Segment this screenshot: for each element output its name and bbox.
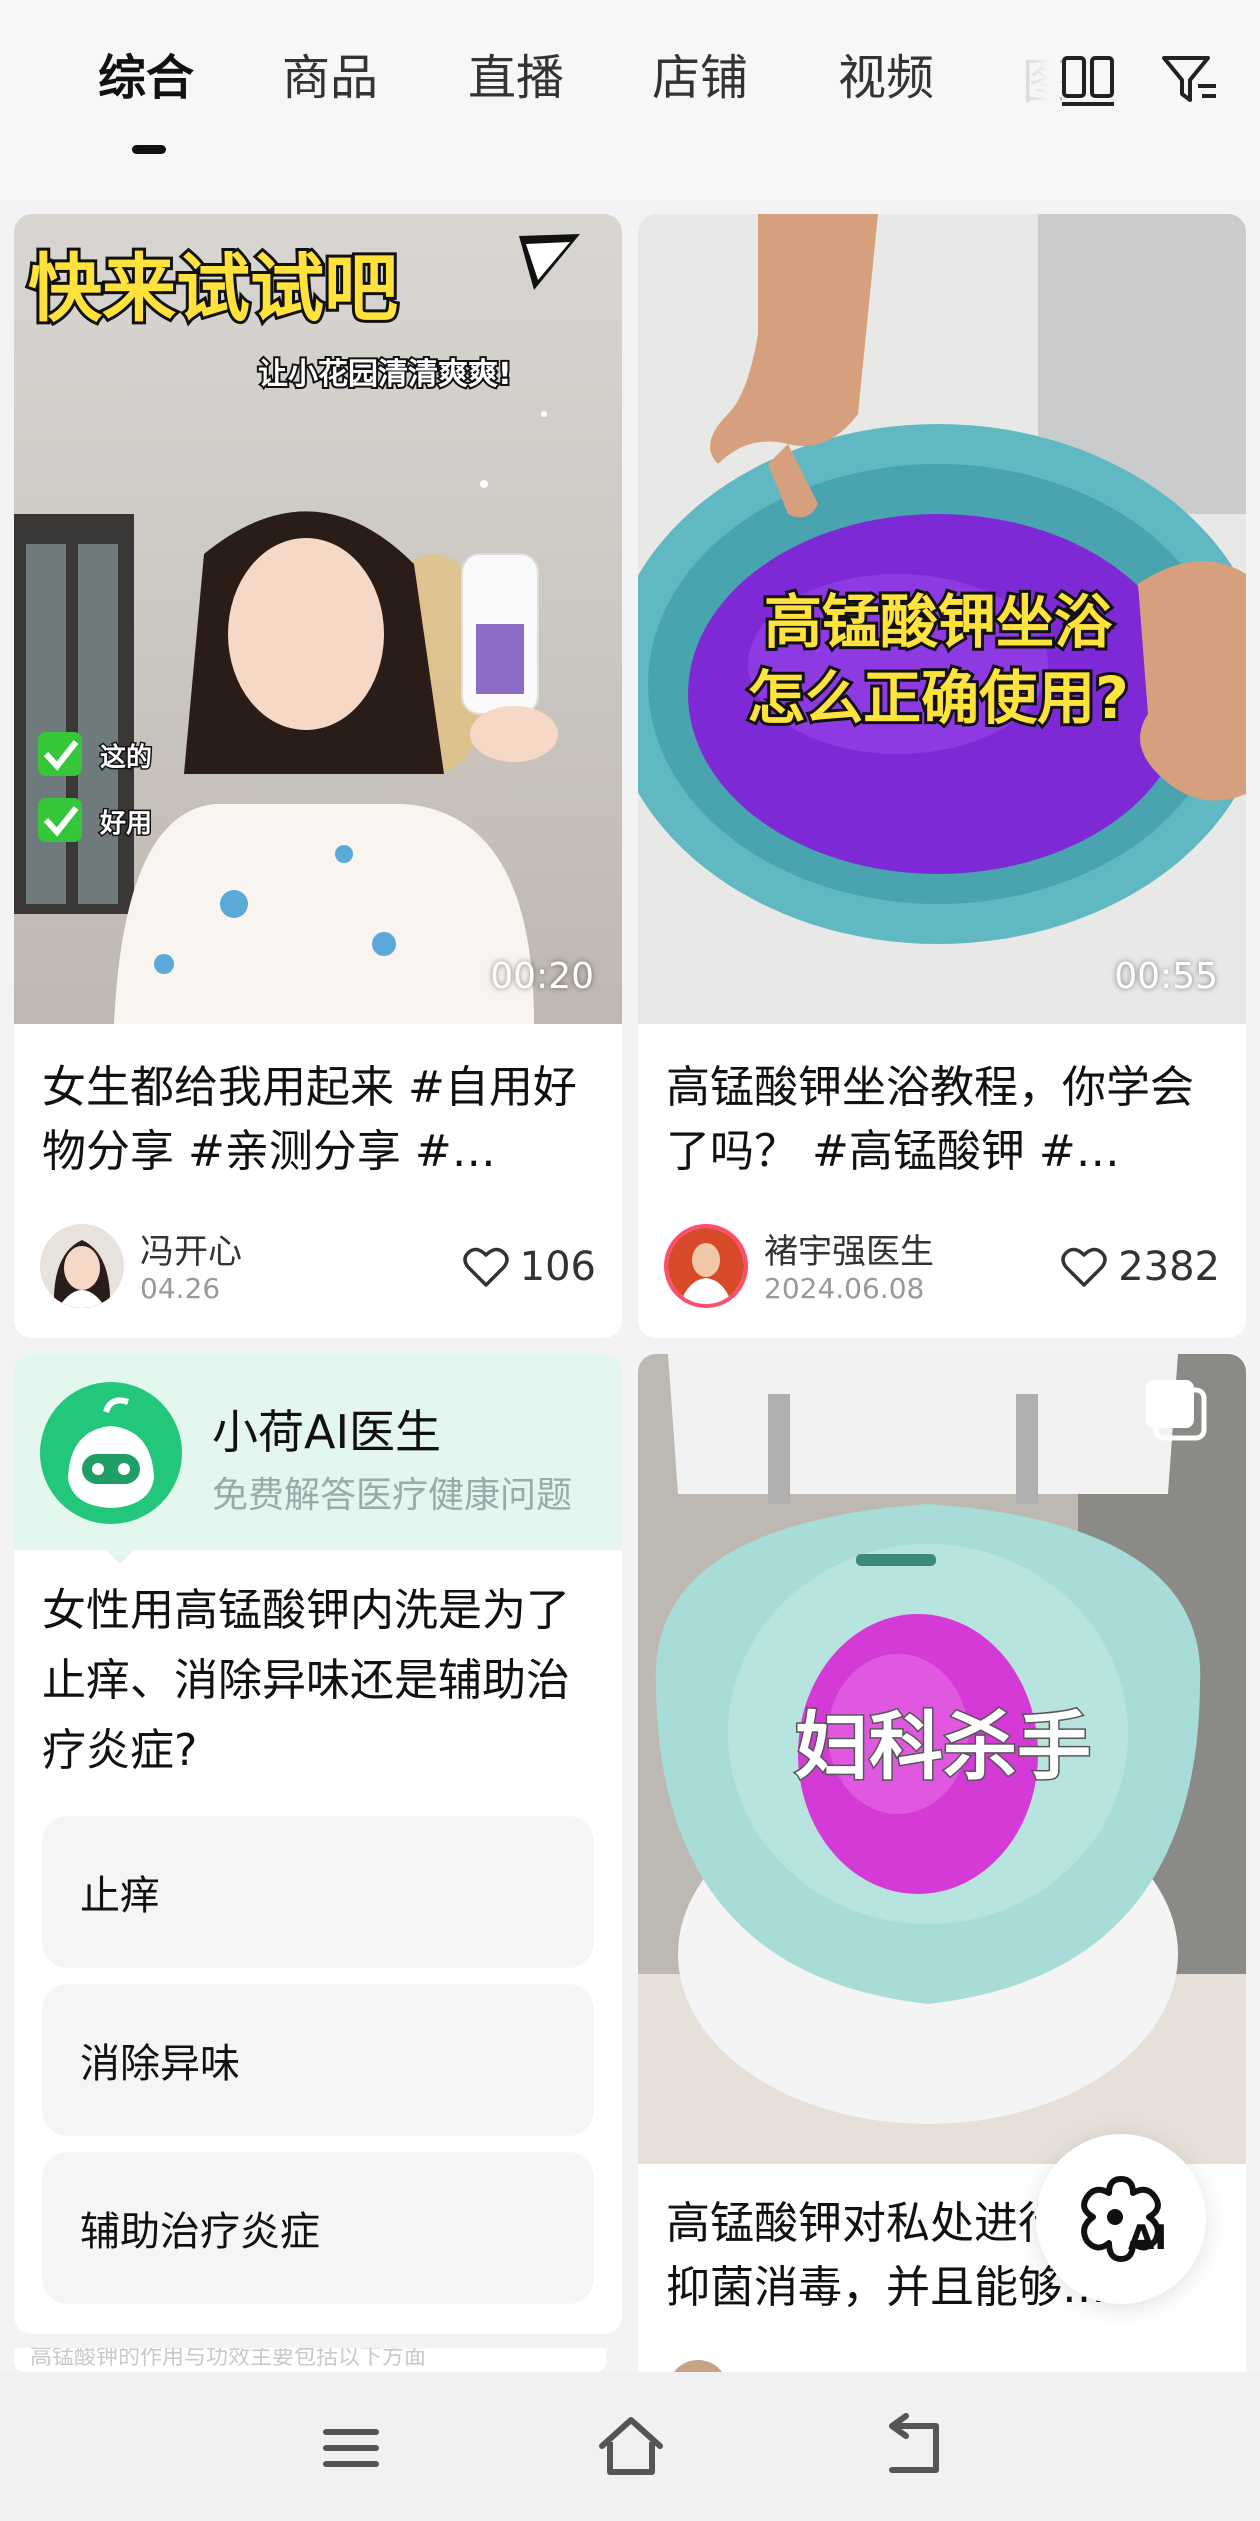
partial-card-text: 高锰酸钾的作用与功效主要包括以下方面 [14,2348,606,2372]
tab-stores[interactable]: 店铺 [652,48,748,108]
system-navigation-bar [0,2372,1260,2521]
tab-products[interactable]: 商品 [282,48,378,108]
post-date: 04.26 [140,1272,221,1305]
back-icon[interactable] [878,2412,948,2482]
like-count-group[interactable]: 106 [462,1244,596,1290]
like-count: 106 [519,1244,596,1290]
tab-fade-mask [1000,40,1060,130]
ai-doctor-header[interactable]: 小荷AI医生 免费解答医疗健康问题 [14,1354,622,1550]
option-remove-odor[interactable]: 消除异味 [42,1984,594,2136]
author-name[interactable]: 褚宇强医生 [764,1224,934,1273]
option-treat-inflammation[interactable]: 辅助治疗炎症 [42,2152,594,2304]
ai-label: AI [1128,2218,1167,2258]
post-date: 2024.06.08 [764,1272,925,1305]
home-icon[interactable] [596,2412,666,2482]
tab-comprehensive[interactable]: 综合 [98,48,194,108]
active-tab-indicator [132,145,166,154]
author-row: 冯开心 04.26 106 [40,1224,596,1314]
video-title[interactable]: 女生都给我用起来 #自用好物分享 #亲测分享 #… [42,1056,596,1184]
video-card-2[interactable]: 高锰酸钾坐浴 怎么正确使用? 00:55 高锰酸钾坐浴教程，你学会了吗？ #高锰… [638,214,1246,1338]
video-thumbnail[interactable]: 高锰酸钾坐浴 怎么正确使用? [638,214,1246,1024]
menu-icon[interactable] [316,2412,386,2482]
tab-live[interactable]: 直播 [468,48,564,108]
heart-icon [1061,1247,1107,1287]
ai-doctor-card: 小荷AI医生 免费解答医疗健康问题 女性用高锰酸钾内洗是为了止痒、消除异味还是辅… [14,1354,622,2334]
author-name[interactable]: 冯开心 [140,1224,242,1273]
avatar[interactable] [40,1224,124,1308]
thumb-text: 妇科杀手 [795,1704,1091,1790]
video-duration: 00:55 [1114,956,1218,997]
top-tab-bar: 综合 商品 直播 店铺 视频 图 [0,0,1260,200]
thumb-line-2: 怎么正确使用? [747,664,1129,732]
video-duration: 00:20 [490,956,594,997]
heart-icon [462,1247,509,1287]
thumb-headline: 快来试试吧 [28,246,398,332]
ai-doctor-description: 免费解答医疗健康问题 [212,1475,573,1516]
thumb-line-1: 高锰酸钾坐浴 [764,588,1113,656]
thumb-subtitle: 让小花园清清爽爽! [258,357,512,392]
video-thumbnail[interactable]: 快来试试吧 让小花园清清爽爽! 这的 好用 [14,214,622,1024]
dual-column-layout-icon[interactable] [1056,48,1122,114]
video-card-1[interactable]: 快来试试吧 让小花园清清爽爽! 这的 好用 00:20 女生都给我用起来 #自用… [14,214,622,1338]
thumb-check-1: 这的 [100,742,152,773]
like-count: 2382 [1118,1244,1220,1290]
ai-doctor-avatar-icon [40,1382,182,1524]
avatar[interactable] [664,1224,748,1308]
option-itch[interactable]: 止痒 [42,1816,594,1968]
tab-videos[interactable]: 视频 [838,48,934,108]
thumb-check-2: 好用 [99,809,152,839]
ai-question: 女性用高锰酸钾内洗是为了止痒、消除异味还是辅助治疗炎症? [42,1585,570,1776]
filter-icon[interactable] [1158,48,1224,114]
ai-assistant-button[interactable]: AI [1036,2134,1206,2304]
author-row: 褚宇强医生 2024.06.08 2382 [664,1224,1220,1314]
ai-doctor-name: 小荷AI医生 [212,1405,442,1459]
video-thumbnail[interactable]: 妇科杀手 [638,1354,1246,2164]
video-title[interactable]: 高锰酸钾坐浴教程，你学会了吗？ #高锰酸钾 #… [666,1056,1220,1184]
header-notch [106,1550,134,1564]
like-count-group[interactable]: 2382 [1060,1244,1220,1290]
